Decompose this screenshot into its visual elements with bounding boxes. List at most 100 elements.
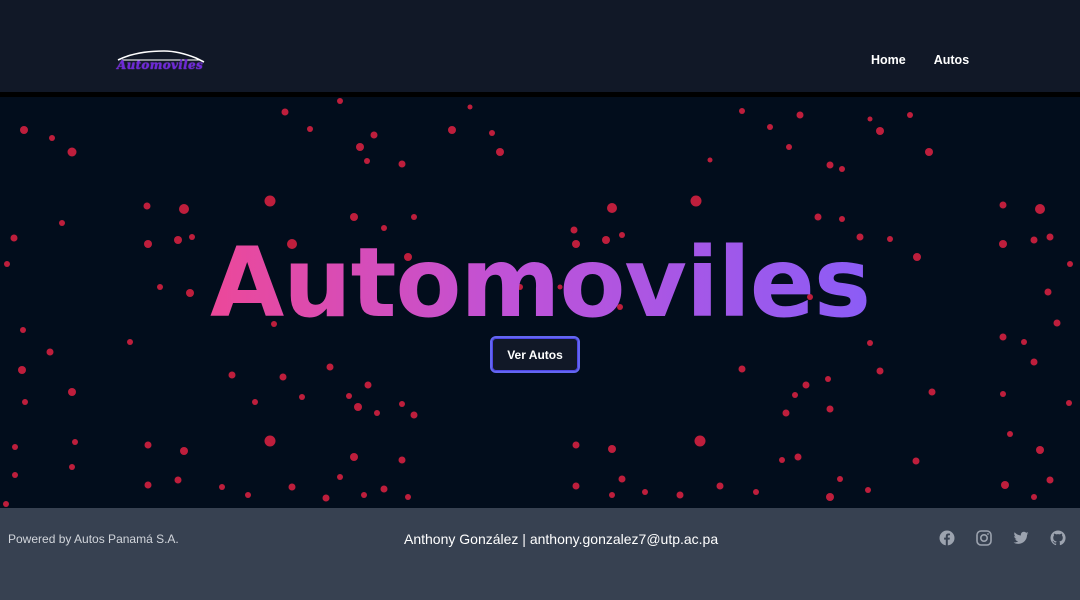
particle-dot: [364, 381, 372, 389]
particle-dot: [46, 348, 54, 356]
particle-dot: [796, 111, 804, 119]
instagram-icon[interactable]: [976, 530, 992, 546]
particle-dot: [374, 410, 380, 416]
particle-dot: [264, 435, 276, 447]
particle-dot: [753, 489, 759, 495]
particle-dot: [1021, 339, 1027, 345]
particle-dot: [281, 108, 289, 116]
footer: Powered by Autos Panamá S.A. Anthony Gon…: [0, 508, 1080, 600]
particle-dot: [350, 213, 358, 221]
particle-dot: [346, 393, 352, 399]
ver-autos-button[interactable]: Ver Autos: [490, 336, 580, 373]
particle-dot: [405, 494, 411, 500]
particle-dot: [307, 126, 313, 132]
particle-dot: [607, 203, 617, 213]
particle-dot: [49, 135, 55, 141]
particle-dot: [448, 126, 456, 134]
particle-dot: [337, 474, 343, 480]
particle-dot: [642, 489, 648, 495]
particle-dot: [609, 492, 615, 498]
navbar: Automoviles Home Autos: [0, 0, 1080, 92]
particle-dot: [489, 130, 495, 136]
particle-dot: [370, 131, 378, 139]
particle-dot: [1007, 431, 1013, 437]
particle-dot: [411, 214, 417, 220]
particle-dot: [925, 148, 933, 156]
hero-title-text: Automoviles: [209, 227, 871, 339]
particle-dot: [1030, 358, 1038, 366]
particle-dot: [690, 195, 702, 207]
logo[interactable]: Automoviles: [112, 46, 208, 76]
particle-dot: [322, 494, 330, 502]
twitter-icon[interactable]: [1013, 530, 1029, 546]
particle-dot: [337, 98, 343, 104]
social-links: [939, 530, 1066, 546]
particle-dot: [867, 340, 873, 346]
particle-dot: [245, 492, 251, 498]
particle-dot: [252, 399, 258, 405]
particle-dot: [67, 147, 77, 157]
particle-dot: [12, 444, 18, 450]
particle-dot: [144, 441, 152, 449]
particle-dot: [618, 475, 626, 483]
particle-dot: [228, 371, 236, 379]
particle-dot: [69, 464, 75, 470]
particle-dot: [179, 204, 189, 214]
particle-dot: [326, 363, 334, 371]
particle-dot: [814, 213, 822, 221]
particle-dot: [907, 112, 913, 118]
particle-dot: [792, 392, 798, 398]
particle-dot: [865, 487, 871, 493]
particle-dot: [299, 394, 305, 400]
particle-dot: [72, 439, 78, 445]
particle-dot: [264, 195, 276, 207]
particle-dot: [572, 441, 580, 449]
particle-dot: [22, 399, 28, 405]
particle-dot: [876, 127, 884, 135]
particle-dot: [398, 456, 406, 464]
particle-dot: [825, 376, 831, 382]
particle-dot: [180, 447, 188, 455]
particle-dot: [1036, 446, 1044, 454]
nav-link-home[interactable]: Home: [871, 53, 906, 67]
particle-dot: [867, 116, 873, 122]
github-icon[interactable]: [1050, 530, 1066, 546]
particle-dot: [999, 201, 1007, 209]
particle-dot: [837, 476, 843, 482]
particle-dot: [716, 482, 724, 490]
particle-dot: [738, 365, 746, 373]
particle-dot: [127, 339, 133, 345]
particle-dot: [608, 445, 616, 453]
particle-dot: [572, 482, 580, 490]
particle-dot: [398, 160, 406, 168]
particle-dot: [174, 476, 182, 484]
particle-dot: [410, 411, 418, 419]
particle-dot: [354, 403, 362, 411]
particle-dot: [876, 367, 884, 375]
particle-dot: [786, 144, 792, 150]
particle-dot: [380, 485, 388, 493]
particle-dot: [68, 388, 76, 396]
particle-dot: [779, 457, 785, 463]
author-contact: Anthony González | anthony.gonzalez7@utp…: [404, 531, 719, 547]
particle-dot: [399, 401, 405, 407]
particle-dot: [1035, 204, 1045, 214]
facebook-icon[interactable]: [939, 530, 955, 546]
nav-link-autos[interactable]: Autos: [934, 53, 969, 67]
particle-dot: [794, 453, 802, 461]
particle-dot: [782, 409, 790, 417]
particle-dot: [928, 388, 936, 396]
powered-by-text: Powered by Autos Panamá S.A.: [8, 532, 179, 546]
particle-dot: [694, 435, 706, 447]
particle-dot: [802, 381, 810, 389]
particle-dot: [826, 161, 834, 169]
particle-dot: [350, 453, 358, 461]
particle-dot: [3, 501, 9, 507]
particle-dot: [496, 148, 504, 156]
particle-dot: [143, 202, 151, 210]
particle-dot: [767, 124, 773, 130]
particle-dot: [279, 373, 287, 381]
particle-dot: [364, 158, 370, 164]
particle-dot: [1031, 494, 1037, 500]
particle-dot: [999, 333, 1007, 341]
